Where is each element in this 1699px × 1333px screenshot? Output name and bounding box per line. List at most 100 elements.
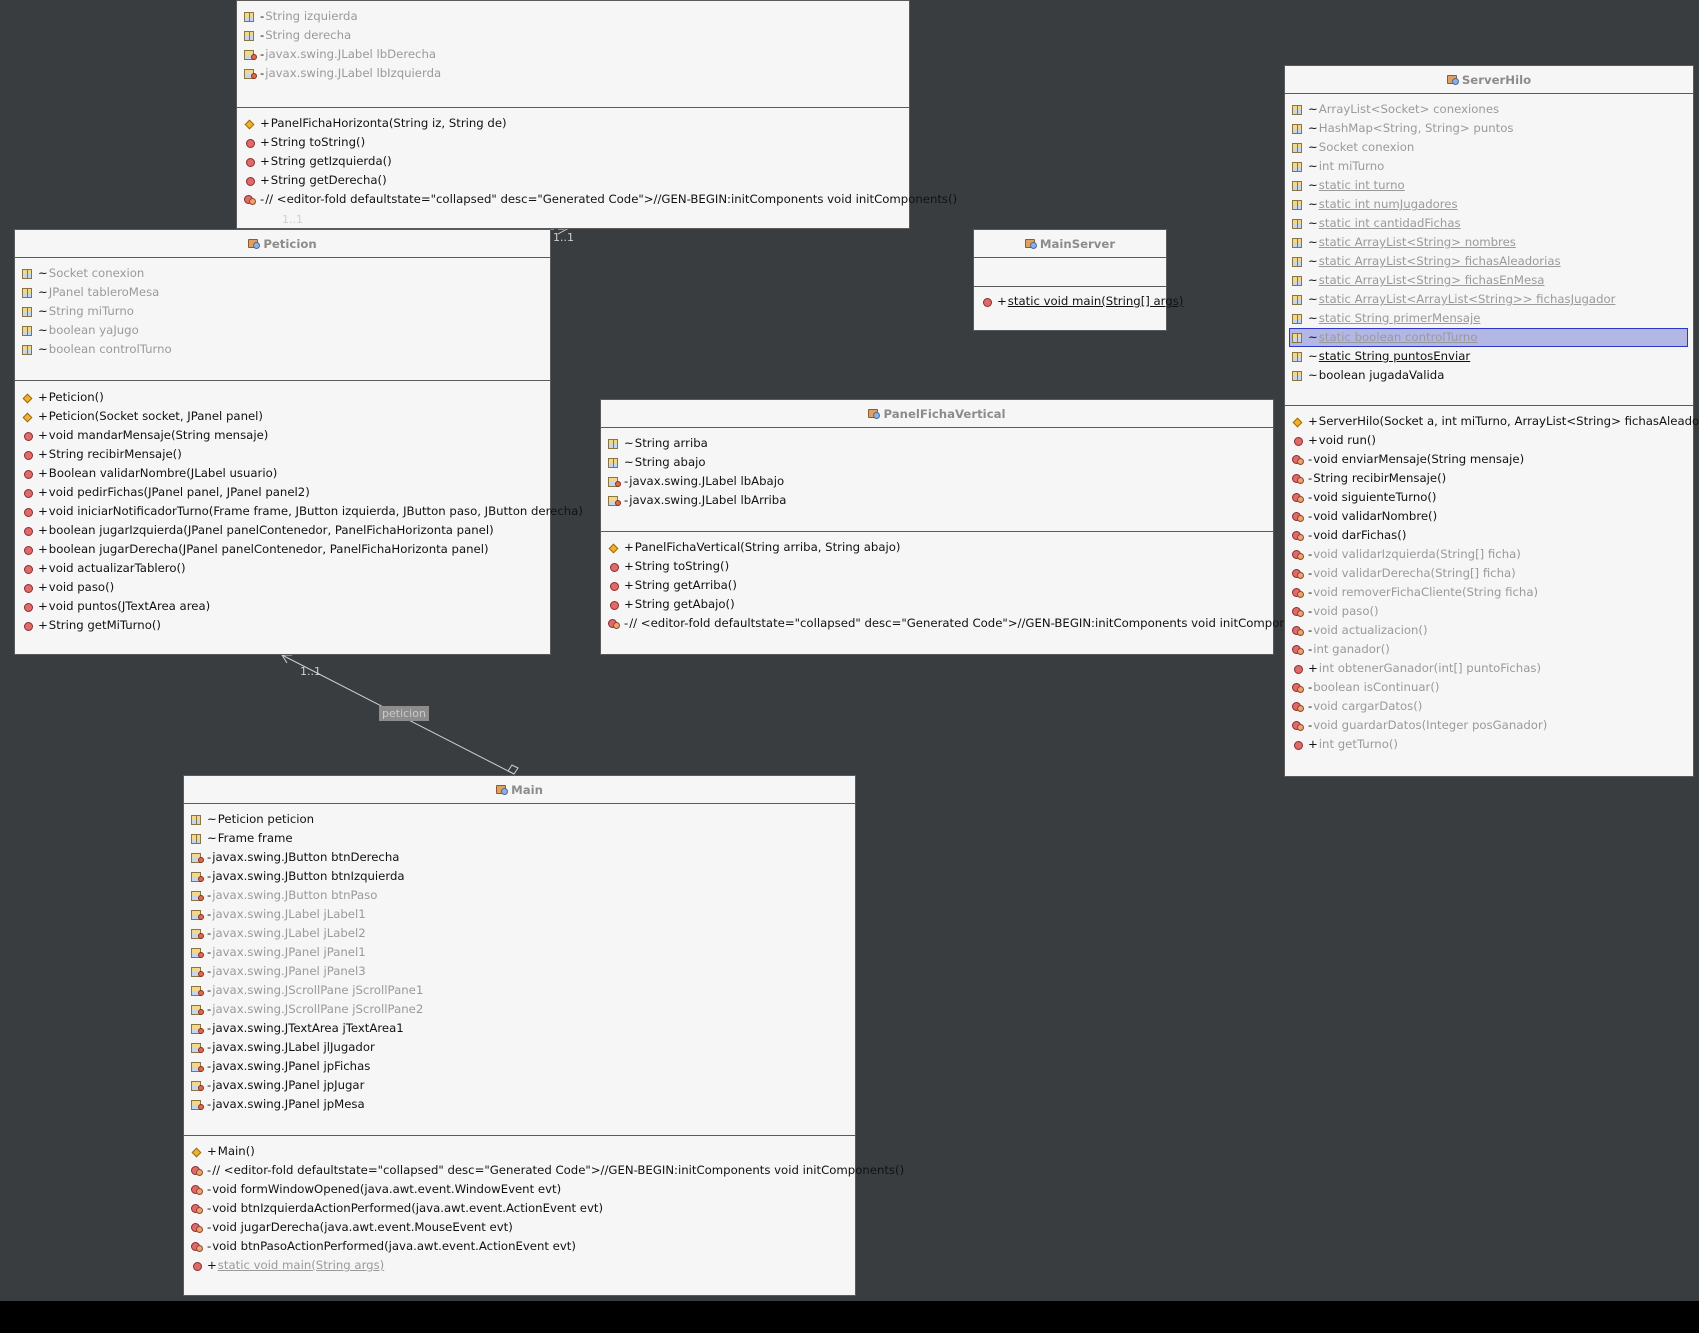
operation-row[interactable]: + String recibirMensaje() — [15, 445, 550, 464]
attribute-row[interactable]: ~ Frame frame — [184, 829, 855, 848]
attribute-row[interactable]: - javax.swing.JScrollPane jScrollPane2 — [184, 1000, 855, 1019]
class-server-hilo[interactable]: ServerHilo ~ ArrayList<Socket> conexiones… — [1284, 65, 1699, 777]
operation-row[interactable]: - void cargarDatos() — [1285, 697, 1693, 716]
operation-row[interactable]: + boolean jugarDerecha(JPanel panelConten… — [15, 540, 550, 559]
operation-row[interactable]: - void paso() — [1285, 602, 1693, 621]
attribute-row[interactable]: - String izquierda — [237, 7, 909, 26]
operation-row[interactable]: -// <editor-fold defaultstate="collapsed… — [237, 190, 957, 209]
attribute-row[interactable]: ~ static String primerMensaje — [1285, 309, 1693, 328]
operation-row[interactable]: - String recibirMensaje() — [1285, 469, 1693, 488]
operation-row[interactable]: + String getArriba() — [601, 576, 1273, 595]
operation-row[interactable]: + void actualizarTablero() — [15, 559, 550, 578]
operation-row[interactable]: - void removerFichaCliente(String ficha) — [1285, 583, 1693, 602]
attribute-row[interactable]: ~ static ArrayList<ArrayList<String>> fic… — [1285, 290, 1693, 309]
attribute-row[interactable]: - String derecha — [237, 26, 909, 45]
attribute-row[interactable]: ~ boolean yaJugo — [15, 321, 550, 340]
operation-row[interactable]: -// <editor-fold defaultstate="collapsed… — [184, 1161, 904, 1180]
operation-row[interactable]: - void siguienteTurno() — [1285, 488, 1693, 507]
operation-row[interactable]: + boolean jugarIzquierda(JPanel panelCont… — [15, 521, 550, 540]
operation-row[interactable]: - void actualizacion() — [1285, 621, 1693, 640]
operation-row[interactable]: + void puntos(JTextArea area) — [15, 597, 550, 616]
operation-row[interactable]: + void paso() — [15, 578, 550, 597]
operation-row[interactable]: + Boolean validarNombre(JLabel usuario) — [15, 464, 550, 483]
operation-row[interactable]: + int obtenerGanador(int[] puntoFichas) — [1285, 659, 1693, 678]
operation-row[interactable]: + String getAbajo() — [601, 595, 1273, 614]
operation-row[interactable]: - void validarIzquierda(String[] ficha) — [1285, 545, 1693, 564]
operation-row[interactable]: + void pedirFichas(JPanel panel, JPanel p… — [15, 483, 550, 502]
operation-row[interactable]: + ServerHilo(Socket a, int miTurno, Array… — [1285, 412, 1699, 431]
operation-row[interactable]: - void guardarDatos(Integer posGanador) — [1285, 716, 1693, 735]
attribute-row[interactable]: ~ Peticion peticion — [184, 810, 855, 829]
operation-row[interactable]: + String getMiTurno() — [15, 616, 550, 635]
attribute-row[interactable]: ~ boolean controlTurno — [15, 340, 550, 359]
attribute-row[interactable]: - javax.swing.JPanel jPanel1 — [184, 943, 855, 962]
attribute-row[interactable]: ~ JPanel tableroMesa — [15, 283, 550, 302]
operation-row[interactable]: + String getDerecha() — [237, 171, 909, 190]
class-panel-ficha-horizonta[interactable]: - String izquierda - String derecha - javax.s… — [236, 0, 957, 229]
operation-row[interactable]: + void run() — [1285, 431, 1693, 450]
attribute-row[interactable]: - javax.swing.JButton btnIzquierda — [184, 867, 855, 886]
operation-row[interactable]: - void btnIzquierdaActionPerformed(java.a… — [184, 1199, 855, 1218]
operation-row[interactable]: + Peticion() — [15, 388, 550, 407]
diagram-canvas[interactable]: - String izquierda - String derecha - javax.s… — [0, 0, 1699, 1301]
attribute-row[interactable]: - javax.swing.JLabel jLabel1 — [184, 905, 855, 924]
attribute-row[interactable]: - javax.swing.JLabel lbAbajo — [601, 472, 1273, 491]
operation-row[interactable]: + Main() — [184, 1142, 855, 1161]
attribute-row[interactable]: - javax.swing.JButton btnDerecha — [184, 848, 855, 867]
attribute-row[interactable]: ~ String abajo — [601, 453, 1273, 472]
attribute-row[interactable]: - javax.swing.JButton btnPaso — [184, 886, 855, 905]
attribute-row[interactable]: ~ static int turno — [1285, 176, 1693, 195]
attribute-row[interactable]: - javax.swing.JScrollPane jScrollPane1 — [184, 981, 855, 1000]
operation-row[interactable]: + String toString() — [601, 557, 1273, 576]
attribute-row[interactable]: ~ static boolean controlTurno — [1289, 328, 1688, 347]
operation-row[interactable]: + String getIzquierda() — [237, 152, 909, 171]
operation-row[interactable]: + static void main(String[] args) — [974, 292, 1183, 311]
attribute-row[interactable]: - javax.swing.JLabel jlJugador — [184, 1038, 855, 1057]
operation-row[interactable]: - boolean isContinuar() — [1285, 678, 1693, 697]
operation-row[interactable]: - void formWindowOpened(java.awt.event.Wi… — [184, 1180, 855, 1199]
class-main[interactable]: Main ~ Peticion peticion ~ Frame frame - java… — [183, 775, 904, 1296]
operation-row[interactable]: - void validarNombre() — [1285, 507, 1693, 526]
attribute-row[interactable]: - javax.swing.JPanel jPanel3 — [184, 962, 855, 981]
attribute-row[interactable]: - javax.swing.JTextArea jTextArea1 — [184, 1019, 855, 1038]
operation-row[interactable]: + void iniciarNotificadorTurno(Frame fram… — [15, 502, 583, 521]
attribute-row[interactable]: ~ static String puntosEnviar — [1285, 347, 1693, 366]
operation-row[interactable]: + static void main(String args) — [184, 1256, 855, 1275]
attribute-row[interactable]: - javax.swing.JLabel lbDerecha — [237, 45, 909, 64]
attribute-row[interactable]: ~ HashMap<String, String> puntos — [1285, 119, 1693, 138]
attribute-row[interactable]: - javax.swing.JLabel jLabel2 — [184, 924, 855, 943]
attribute-row[interactable]: ~ static int numJugadores — [1285, 195, 1693, 214]
operation-row[interactable]: - void validarDerecha(String[] ficha) — [1285, 564, 1693, 583]
attribute-row[interactable]: - javax.swing.JLabel lbIzquierda — [237, 64, 909, 83]
attribute-row[interactable]: ~ Socket conexion — [15, 264, 550, 283]
attribute-row[interactable]: ~ boolean jugadaValida — [1285, 366, 1693, 385]
attribute-row[interactable]: ~ int miTurno — [1285, 157, 1693, 176]
operation-row[interactable]: + String toString() — [237, 133, 909, 152]
attribute-row[interactable]: ~ String miTurno — [15, 302, 550, 321]
attribute-row[interactable]: ~ static ArrayList<String> fichasAleadori… — [1285, 252, 1693, 271]
operation-row[interactable]: + PanelFichaHorizonta(String iz, String d… — [237, 114, 909, 133]
operation-row[interactable]: + Peticion(Socket socket, JPanel panel) — [15, 407, 550, 426]
operation-row[interactable]: - void darFichas() — [1285, 526, 1693, 545]
operation-row[interactable]: + int getTurno() — [1285, 735, 1693, 754]
attribute-row[interactable]: ~ String arriba — [601, 434, 1273, 453]
attribute-row[interactable]: - javax.swing.JPanel jpMesa — [184, 1095, 855, 1114]
operation-row[interactable]: - void jugarDerecha(java.awt.event.MouseE… — [184, 1218, 855, 1237]
operation-row[interactable]: + void mandarMensaje(String mensaje) — [15, 426, 550, 445]
attribute-row[interactable]: ~ static int cantidadFichas — [1285, 214, 1693, 233]
operation-row[interactable]: -// <editor-fold defaultstate="collapsed… — [601, 614, 1321, 633]
attribute-row[interactable]: ~ Socket conexion — [1285, 138, 1693, 157]
attribute-row[interactable]: ~ ArrayList<Socket> conexiones — [1285, 100, 1693, 119]
attribute-row[interactable]: - javax.swing.JLabel lbArriba — [601, 491, 1273, 510]
class-panel-ficha-vertical[interactable]: PanelFichaVertical ~ String arriba ~ String… — [600, 399, 1321, 655]
operation-row[interactable]: + PanelFichaVertical(String arriba, Strin… — [601, 538, 1273, 557]
attribute-row[interactable]: ~ static ArrayList<String> fichasEnMesa — [1285, 271, 1693, 290]
class-peticion[interactable]: Peticion ~ Socket conexion ~ JPanel tablero… — [14, 229, 583, 655]
operation-row[interactable]: - int ganador() — [1285, 640, 1693, 659]
attribute-row[interactable]: ~ static ArrayList<String> nombres — [1285, 233, 1693, 252]
attribute-row[interactable]: - javax.swing.JPanel jpFichas — [184, 1057, 855, 1076]
class-main-server[interactable]: MainServer + static void main(String[] ar… — [973, 229, 1183, 331]
attribute-row[interactable]: - javax.swing.JPanel jpJugar — [184, 1076, 855, 1095]
operation-row[interactable]: - void btnPasoActionPerformed(java.awt.ev… — [184, 1237, 855, 1256]
operation-row[interactable]: - void enviarMensaje(String mensaje) — [1285, 450, 1693, 469]
